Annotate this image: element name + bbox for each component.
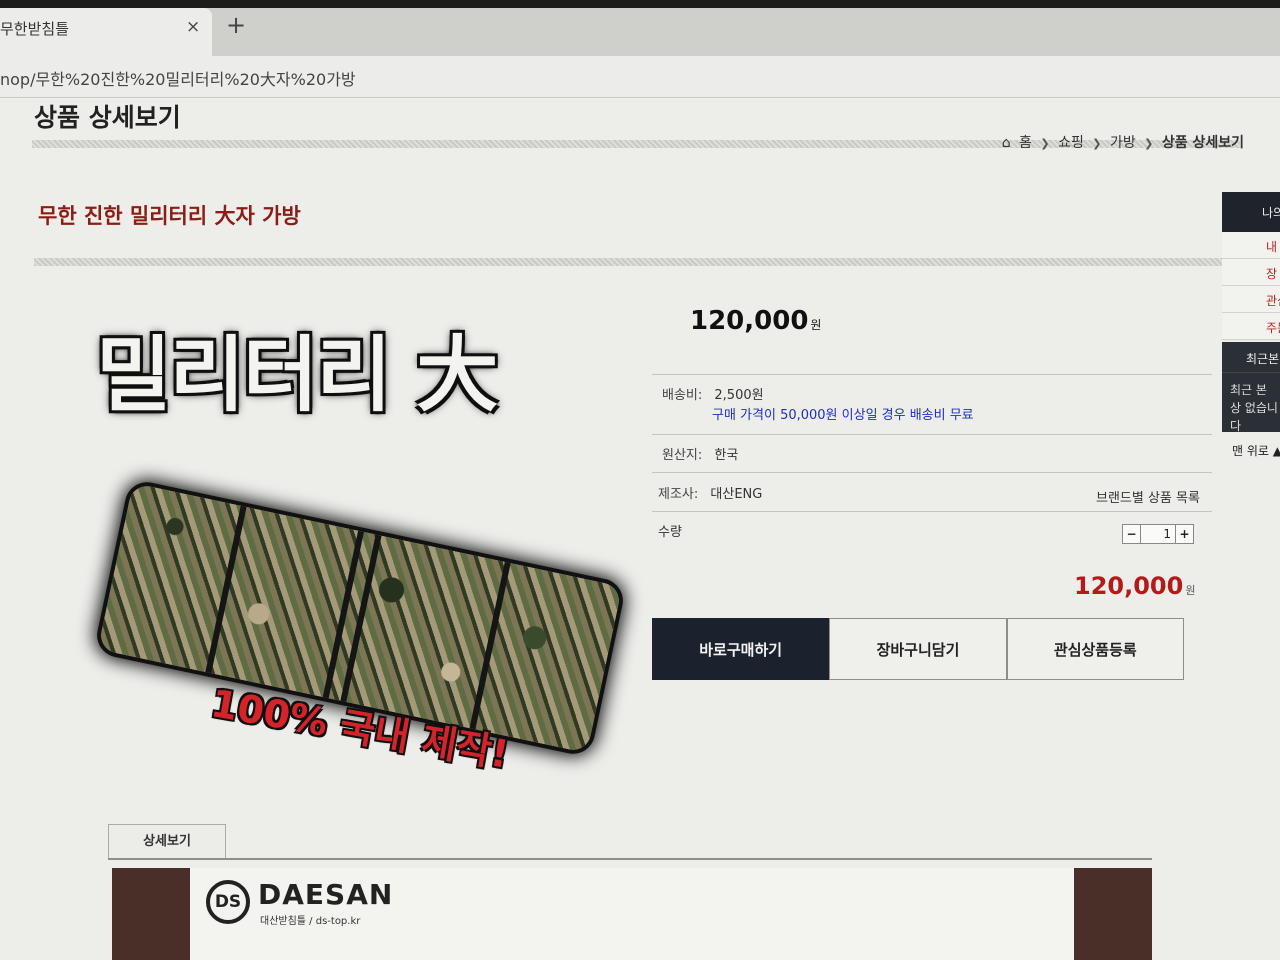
maker-label: 제조사: xyxy=(658,487,699,502)
total-price-value: 120,000 xyxy=(1074,572,1184,600)
sidebar-item-my[interactable]: 내 xyxy=(1222,232,1280,259)
sidebar-head: 나의 xyxy=(1222,192,1280,232)
quick-menu-sidebar: 나의 내 장 관심 주문 최근본 최근 본 상 없습니다 맨 위로 ▲ xyxy=(1222,192,1280,466)
shipping-label: 배송비: xyxy=(662,388,703,403)
add-wishlist-button[interactable]: 관심상품등록 xyxy=(1006,618,1184,680)
name-divider xyxy=(34,258,1238,266)
daesan-logo-icon: DS xyxy=(206,880,250,924)
scroll-to-top-button[interactable]: 맨 위로 ▲ xyxy=(1222,432,1280,466)
product-price: 120,000 원 xyxy=(690,306,821,336)
maker-value: 대산ENG xyxy=(710,487,763,502)
quantity-minus-button[interactable]: − xyxy=(1123,525,1141,543)
quantity-plus-button[interactable]: + xyxy=(1175,525,1193,543)
tab-title: 무한받침틀 xyxy=(0,20,70,38)
shipping-row: 배송비: 2,500원 xyxy=(662,384,764,403)
maker-row: 제조사: 대산ENG xyxy=(658,483,762,502)
price-value: 120,000 xyxy=(690,306,809,336)
detail-banner: DS DAESAN 대산받침틀 / ds-top.kr xyxy=(112,868,1152,960)
shipping-note: 구매 가격이 50,000원 이상일 경우 배송비 무료 xyxy=(712,408,974,423)
action-buttons: 바로구매하기 장바구니담기 관심상품등록 xyxy=(652,618,1184,680)
banner-left-panel xyxy=(112,868,190,960)
sidebar-recent-empty: 최근 본 상 없습니다 xyxy=(1222,372,1280,432)
chevron-right-icon: ❯ xyxy=(1144,137,1154,150)
chevron-right-icon: ❯ xyxy=(1092,137,1102,150)
quantity-stepper: − 1 + xyxy=(1122,524,1194,544)
origin-value: 한국 xyxy=(714,448,739,463)
info-divider xyxy=(652,374,1212,375)
origin-label: 원산지: xyxy=(662,448,703,463)
url-text[interactable]: nop/무한%20진한%20밀리터리%20大자%20가방 xyxy=(0,66,356,90)
tab-detail[interactable]: 상세보기 xyxy=(108,824,226,860)
add-to-cart-button[interactable]: 장바구니담기 xyxy=(829,618,1007,680)
page-title: 상품 상세보기 xyxy=(34,103,181,132)
product-name: 무한 진한 밀리터리 大자 가방 xyxy=(38,204,301,228)
bag-strap xyxy=(469,561,511,730)
breadcrumb-shopping[interactable]: 쇼핑 xyxy=(1058,135,1084,151)
sidebar-item-wishlist[interactable]: 관심 xyxy=(1222,286,1280,313)
brand-list-link[interactable]: 브랜드별 상품 목록 xyxy=(1096,487,1200,506)
window-top-strip xyxy=(0,0,1280,8)
info-divider xyxy=(652,511,1212,512)
home-icon[interactable]: ⌂ xyxy=(1002,135,1011,151)
close-icon[interactable]: × xyxy=(186,17,200,37)
chevron-right-icon: ❯ xyxy=(1040,137,1050,150)
total-price-currency: 원 xyxy=(1185,584,1196,597)
breadcrumb-current: 상품 상세보기 xyxy=(1161,135,1244,151)
info-divider xyxy=(652,434,1212,435)
breadcrumb-home[interactable]: 홈 xyxy=(1019,135,1032,151)
origin-row: 원산지: 한국 xyxy=(662,444,738,463)
bag-strap xyxy=(205,505,247,674)
product-image: 밀리터리 大 100% 국내 제작! xyxy=(80,298,623,778)
sidebar-item-orders[interactable]: 주문 xyxy=(1222,313,1280,340)
price-currency: 원 xyxy=(810,318,822,332)
page-content: 상품 상세보기 ⌂ 홈 ❯ 쇼핑 ❯ 가방 ❯ 상품 상세보기 무한 진한 밀리… xyxy=(0,98,1280,960)
shipping-value: 2,500원 xyxy=(714,388,764,403)
promo-headline: 밀리터리 大 xyxy=(96,328,498,423)
banner-right-panel xyxy=(1074,868,1152,960)
quantity-input[interactable]: 1 xyxy=(1141,525,1175,543)
total-price: 120,000 원 xyxy=(1074,572,1195,600)
breadcrumb: ⌂ 홈 ❯ 쇼핑 ❯ 가방 ❯ 상품 상세보기 xyxy=(998,132,1244,152)
sidebar-recent-title: 최근본 xyxy=(1222,342,1280,372)
breadcrumb-bag[interactable]: 가방 xyxy=(1110,135,1136,151)
bag-strap xyxy=(340,534,382,702)
detail-divider xyxy=(108,858,1152,860)
info-divider xyxy=(652,472,1212,473)
browser-tab-active[interactable]: 무한받침틀 × xyxy=(0,8,212,56)
buy-now-button[interactable]: 바로구매하기 xyxy=(652,618,830,680)
brand-name: DAESAN xyxy=(258,878,394,911)
new-tab-icon[interactable]: + xyxy=(226,13,246,37)
brand-subtitle: 대산받침틀 / ds-top.kr xyxy=(260,916,361,927)
quantity-label: 수량 xyxy=(658,525,682,540)
address-bar[interactable]: nop/무한%20진한%20밀리터리%20大자%20가방 xyxy=(0,56,1280,98)
sidebar-item-cart[interactable]: 장 xyxy=(1222,259,1280,286)
browser-tabbar: 무한받침틀 × + xyxy=(0,0,1280,56)
